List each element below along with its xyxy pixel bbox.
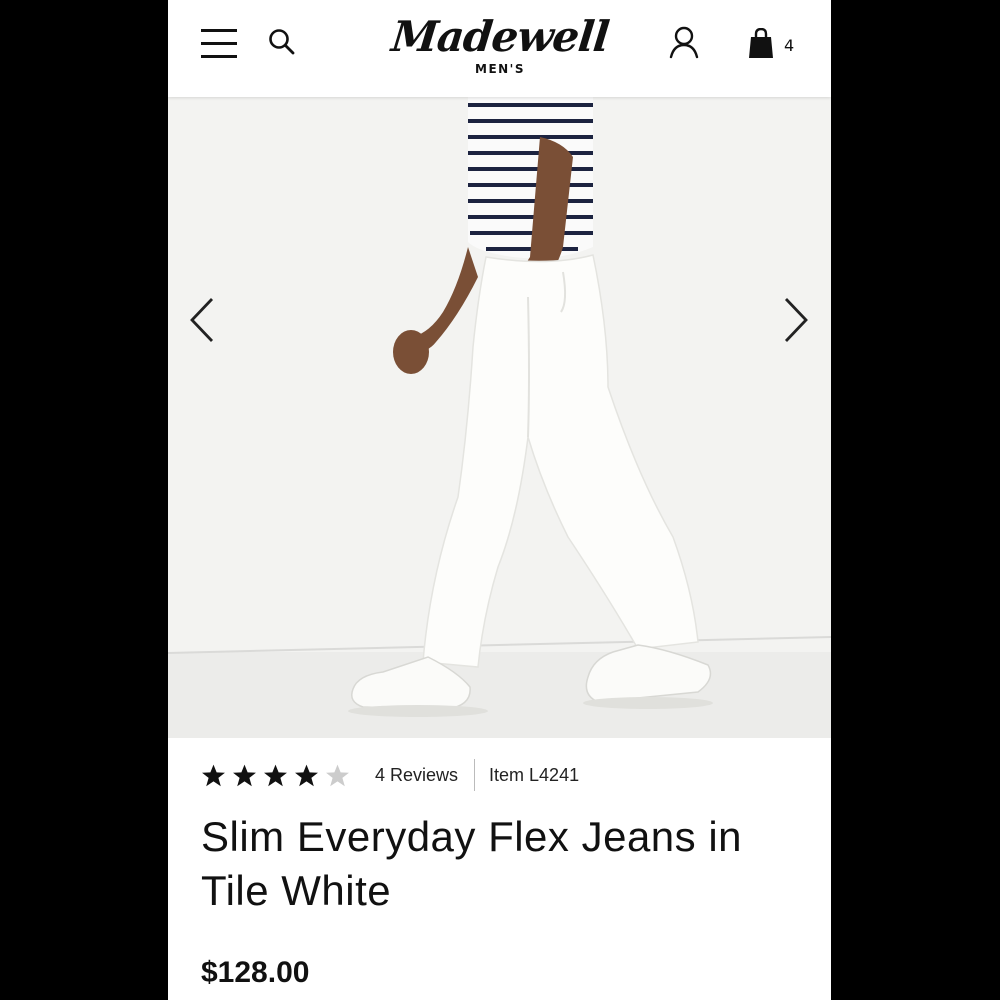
search-icon[interactable]: [268, 28, 296, 56]
star-rating[interactable]: [201, 763, 350, 788]
product-image-carousel[interactable]: [168, 97, 831, 738]
chevron-right-icon[interactable]: [776, 295, 816, 345]
chevron-left-icon[interactable]: [184, 295, 224, 345]
logo-wordmark: Madewell: [389, 12, 611, 61]
item-number: Item L4241: [489, 764, 580, 785]
shopping-bag-icon[interactable]: [748, 28, 774, 60]
logo-subtitle: MEN'S: [475, 62, 525, 76]
star-empty-icon: [326, 764, 349, 786]
site-header: Madewell MEN'S 4: [168, 0, 831, 97]
menu-icon[interactable]: [201, 29, 237, 59]
product-photo: [168, 97, 831, 738]
product-title: Slim Everyday Flex Jeans in Tile White: [201, 813, 743, 914]
product-price: $128.00: [201, 956, 310, 989]
site-logo[interactable]: Madewell MEN'S: [389, 12, 611, 76]
star-filled-icon: [264, 764, 287, 786]
product-info: 4 Reviews Item L4241 Slim Everyday Flex …: [168, 738, 831, 1000]
star-filled-icon: [233, 764, 256, 786]
star-filled-icon: [295, 764, 318, 786]
phone-screen: Madewell MEN'S 4 4 Reviews Item L4241 Sl…: [168, 0, 831, 1000]
account-icon[interactable]: [668, 25, 700, 59]
rating-row: 4 Reviews Item L4241: [201, 759, 580, 791]
star-filled-icon: [202, 764, 225, 786]
divider: [474, 759, 476, 791]
bag-count-badge: 4: [784, 36, 795, 55]
reviews-link[interactable]: 4 Reviews: [375, 765, 458, 786]
